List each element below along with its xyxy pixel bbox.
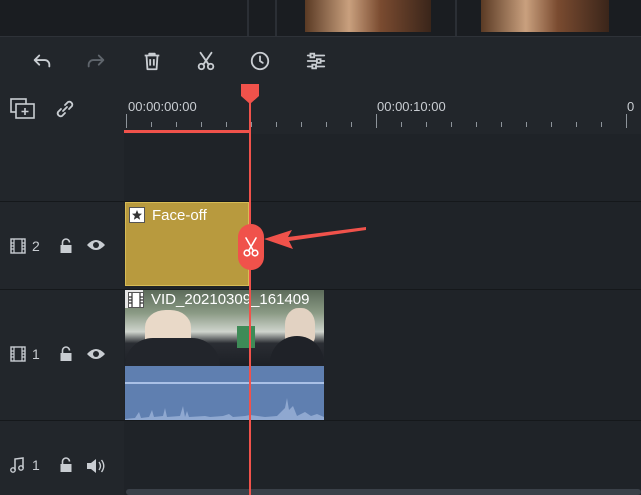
playhead-handle[interactable] (241, 84, 259, 104)
ruler-tick (376, 114, 377, 128)
trash-icon (144, 52, 160, 71)
track-number: 2 (32, 238, 40, 254)
ruler-tick (351, 122, 352, 127)
adjust-button[interactable] (304, 49, 328, 73)
ruler-tick (126, 114, 127, 128)
undo-button[interactable] (30, 49, 54, 73)
lock-button[interactable] (59, 238, 73, 259)
film-icon (10, 238, 26, 254)
ruler-tick (326, 122, 327, 127)
lock-button[interactable] (59, 457, 73, 478)
playhead-line[interactable] (249, 96, 251, 495)
lock-icon (60, 457, 72, 472)
annotation-arrow-icon (264, 227, 366, 249)
undo-icon (33, 54, 51, 68)
track-label: 1 (10, 346, 40, 362)
ruler-tick (276, 122, 277, 127)
ruler-tick (526, 122, 527, 127)
strip-divider (247, 0, 249, 36)
timecode-next: 0 (627, 99, 635, 114)
ruler-tick (576, 122, 577, 127)
track-number: 1 (32, 346, 40, 362)
preview-thumbnail (481, 0, 609, 32)
visibility-button[interactable] (86, 238, 106, 257)
timeline-scrollbar[interactable] (126, 489, 641, 495)
title-clip[interactable]: Face-off (125, 202, 249, 286)
ruler-tick (151, 122, 152, 127)
timecode-start: 00:00:00:00 (128, 99, 197, 114)
played-range-bar (124, 130, 249, 133)
link-button[interactable] (54, 98, 76, 125)
video-clip-icon (128, 292, 144, 308)
eye-icon (87, 240, 105, 250)
split-here-button[interactable] (238, 224, 264, 270)
scissors-icon (243, 237, 259, 257)
add-track-icon (10, 98, 35, 119)
track-header-controls (0, 84, 124, 134)
video-clip[interactable]: VID_20210309_161409 (125, 290, 324, 420)
ruler-tick (176, 122, 177, 127)
empty-track-header (0, 134, 124, 202)
clock-icon (250, 51, 270, 71)
audio-track[interactable] (124, 421, 641, 495)
title-track-header: 2 (0, 202, 124, 290)
sliders-icon (306, 52, 326, 70)
video-track-header: 1 (0, 290, 124, 421)
mute-button[interactable] (86, 458, 106, 479)
lock-icon (60, 238, 72, 253)
ruler-tick (501, 122, 502, 127)
ruler-tick (551, 122, 552, 127)
film-icon (10, 346, 26, 362)
waveform (125, 398, 324, 420)
volume-line (125, 382, 324, 384)
ruler-tick (226, 122, 227, 127)
track-label: 2 (10, 238, 40, 254)
speaker-icon (87, 459, 105, 473)
clip-audio-waveform (125, 366, 324, 420)
redo-icon (87, 54, 105, 68)
lock-icon (60, 346, 72, 361)
preview-strip (0, 0, 641, 36)
link-icon (56, 100, 74, 118)
ruler-tick (626, 114, 627, 128)
preview-thumbnail (305, 0, 431, 32)
track-label: 1 (10, 457, 40, 473)
visibility-button[interactable] (86, 347, 106, 366)
redo-button[interactable] (84, 49, 108, 73)
title-clip-name: Face-off (152, 207, 207, 224)
split-tool-button[interactable] (194, 49, 218, 73)
ruler-tick (426, 122, 427, 127)
ruler-tick (476, 122, 477, 127)
speed-button[interactable] (248, 49, 272, 73)
music-note-icon (10, 457, 24, 473)
track-number: 1 (32, 457, 40, 473)
timecode-10s: 00:00:10:00 (377, 99, 446, 114)
empty-track[interactable] (124, 134, 641, 202)
audio-track-header: 1 (0, 421, 124, 495)
ruler-tick (251, 122, 252, 127)
title-clip-icon (129, 207, 145, 223)
ruler-tick (201, 122, 202, 127)
scissors-icon (197, 51, 215, 71)
delete-button[interactable] (140, 49, 164, 73)
strip-divider (275, 0, 277, 36)
lock-button[interactable] (59, 346, 73, 367)
ruler-tick (601, 122, 602, 127)
timeline-toolbar (0, 36, 641, 85)
ruler-tick (451, 122, 452, 127)
ruler-tick (301, 122, 302, 127)
eye-icon (87, 349, 105, 359)
strip-divider (455, 0, 457, 36)
add-track-button[interactable] (10, 98, 36, 125)
ruler-tick (401, 122, 402, 127)
video-clip-name: VID_20210309_161409 (151, 291, 310, 308)
timeline-ruler[interactable]: 00:00:00:00 00:00:10:00 0 (124, 84, 641, 134)
